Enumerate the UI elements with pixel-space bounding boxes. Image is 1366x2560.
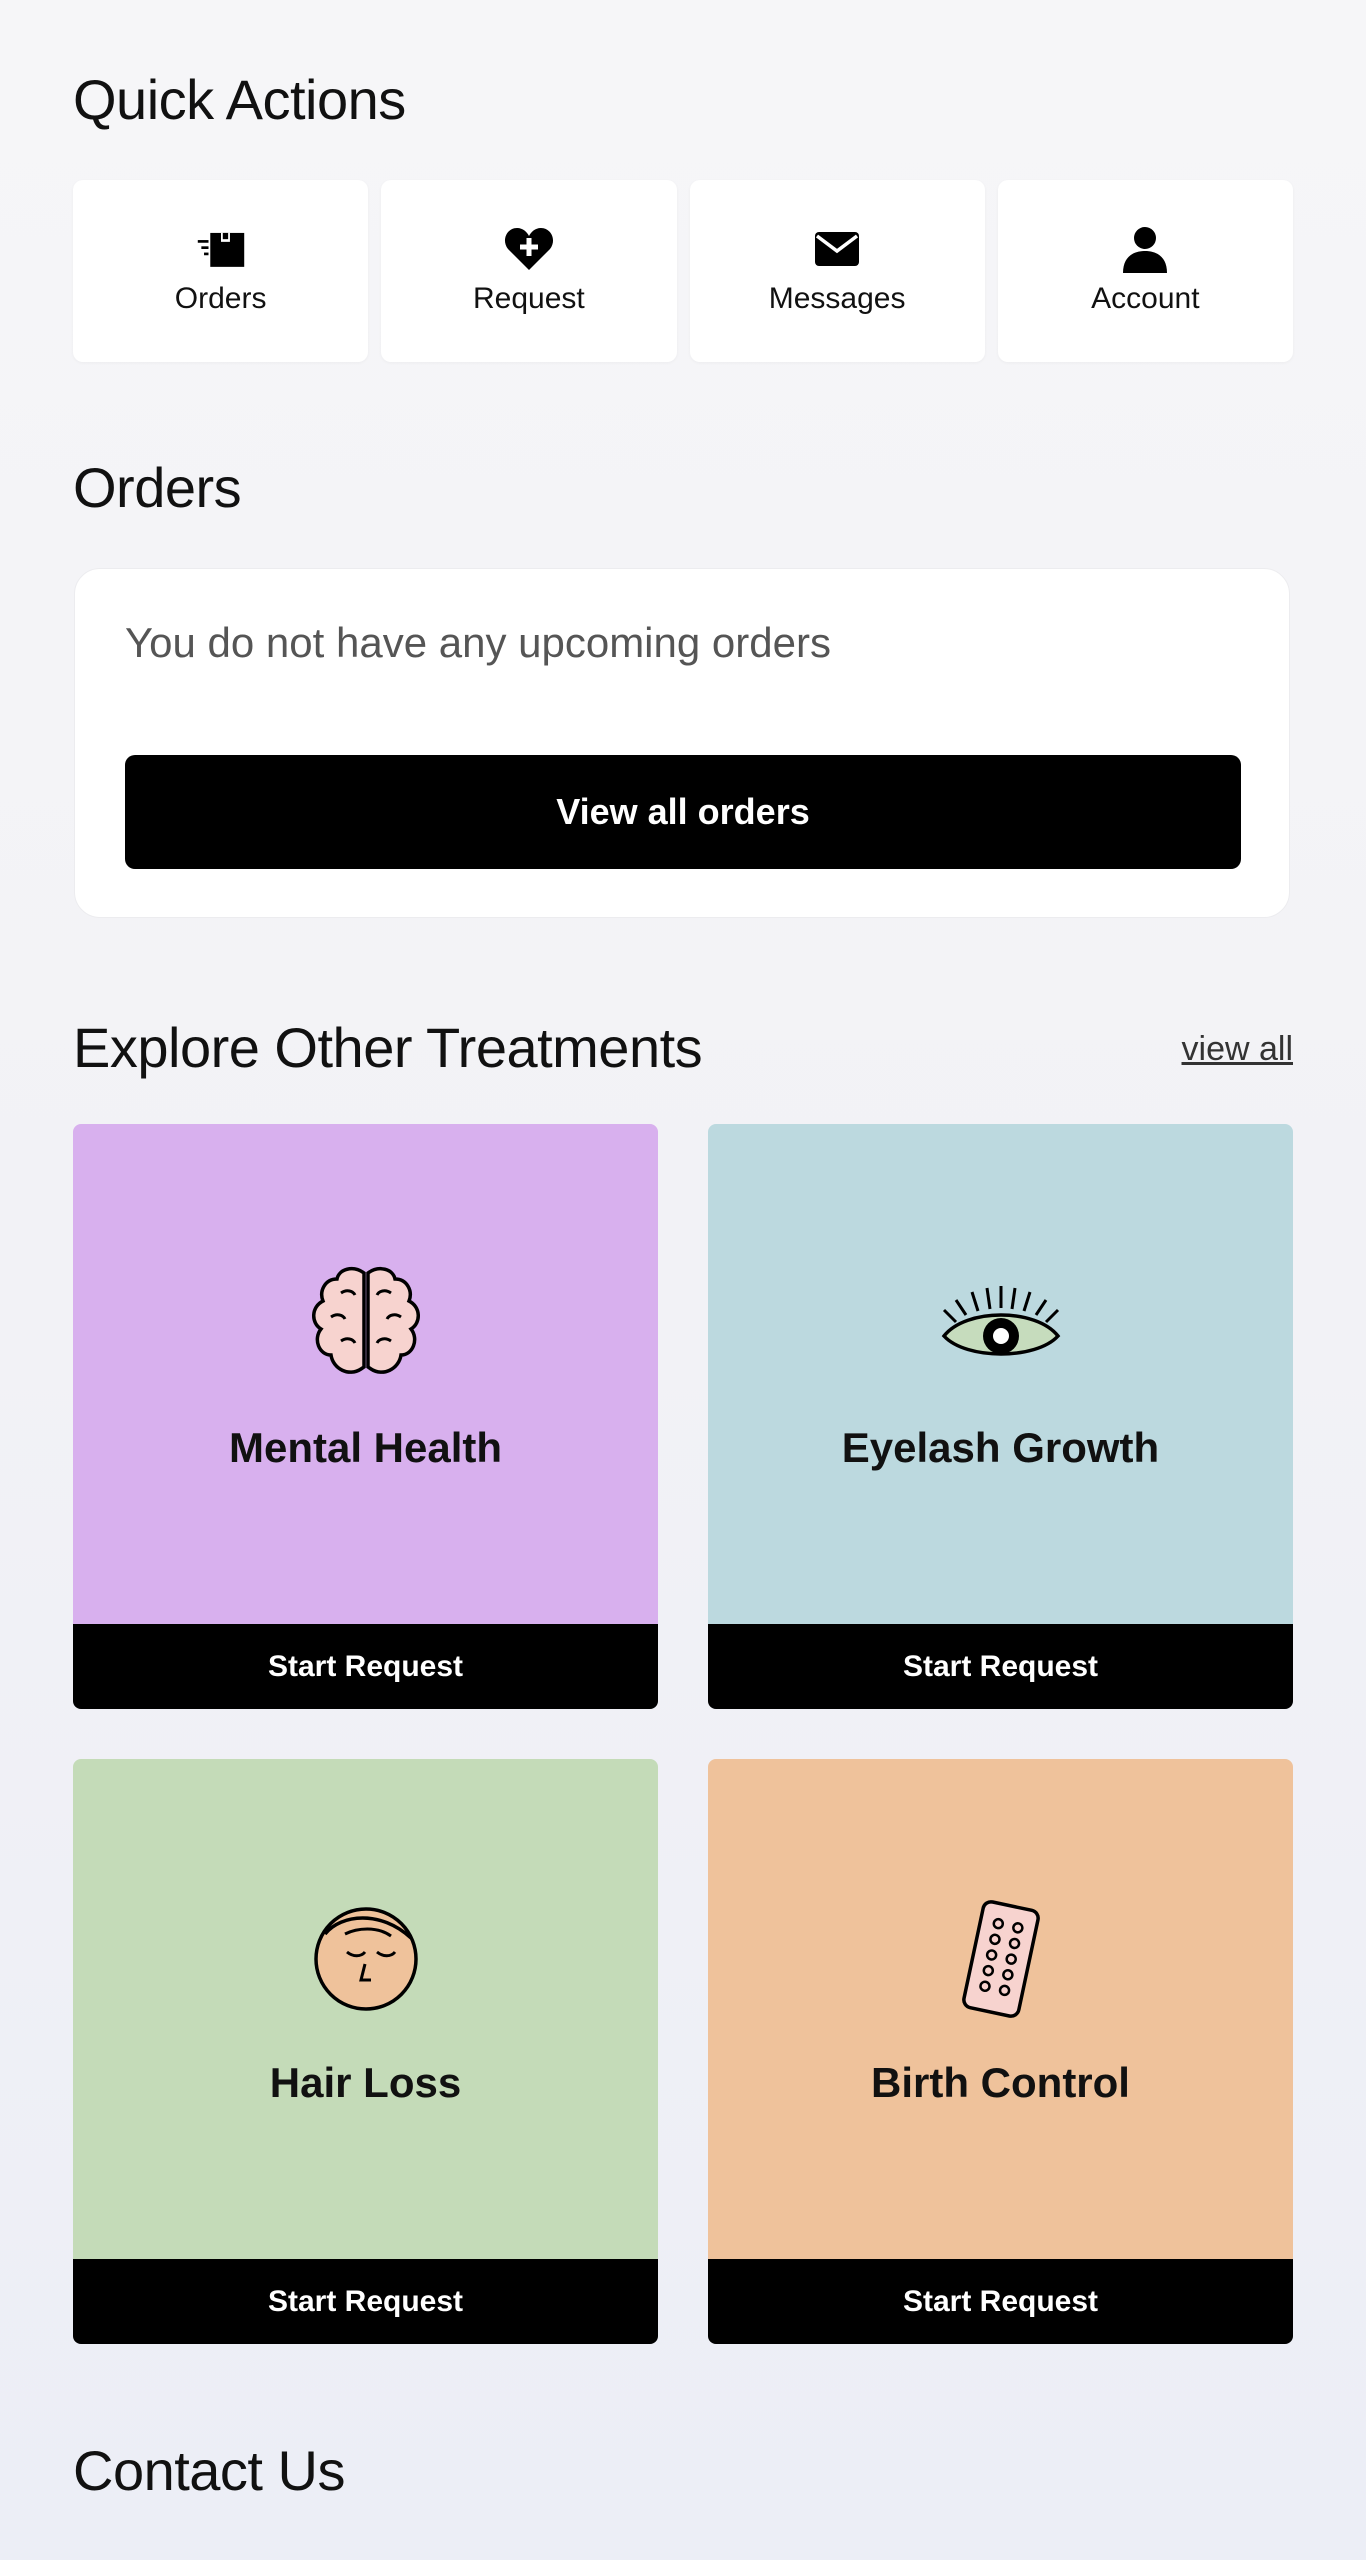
start-request-button[interactable]: Start Request (73, 2259, 658, 2344)
orders-empty-message: You do not have any upcoming orders (125, 619, 831, 666)
treatment-card-birth-control[interactable]: Birth Control Start Request (708, 1759, 1293, 2344)
view-all-treatments-link[interactable]: view all (1182, 1030, 1293, 1069)
orders-title: Orders (73, 456, 242, 519)
start-request-button[interactable]: Start Request (708, 2259, 1293, 2344)
treatment-card-body: Mental Health (73, 1124, 658, 1624)
quick-action-label: Request (473, 282, 585, 315)
quick-actions-title: Quick Actions (73, 68, 406, 131)
treatment-card-body: Eyelash Growth (708, 1124, 1293, 1624)
treatment-name: Eyelash Growth (841, 1424, 1160, 1471)
envelope-icon (812, 226, 862, 272)
quick-actions-row: Orders Request Messages Account (73, 180, 1293, 362)
orders-card: You do not have any upcoming orders View… (74, 568, 1290, 918)
eye-icon (931, 1254, 1071, 1394)
quick-action-label: Account (1091, 282, 1200, 315)
treatments-title: Explore Other Treatments (73, 1016, 703, 1079)
quick-action-account[interactable]: Account (997, 180, 1293, 362)
quick-action-request[interactable]: Request (381, 180, 677, 362)
treatment-name: Hair Loss (269, 2059, 462, 2106)
quick-action-orders[interactable]: Orders (73, 180, 369, 362)
orders-box-icon (196, 226, 246, 272)
face-icon (296, 1889, 436, 2029)
quick-action-label: Messages (768, 282, 906, 315)
treatment-name: Birth Control (871, 2059, 1130, 2106)
treatment-card-eyelash-growth[interactable]: Eyelash Growth Start Request (708, 1124, 1293, 1709)
treatment-card-body: Hair Loss (73, 1759, 658, 2259)
treatment-card-hair-loss[interactable]: Hair Loss Start Request (73, 1759, 658, 2344)
view-all-orders-button[interactable]: View all orders (125, 755, 1241, 869)
treatment-card-body: Birth Control (708, 1759, 1293, 2259)
start-request-button[interactable]: Start Request (708, 1624, 1293, 1709)
quick-action-messages[interactable]: Messages (689, 180, 985, 362)
contact-title: Contact Us (73, 2439, 346, 2502)
quick-action-label: Orders (174, 282, 267, 315)
brain-icon (296, 1254, 436, 1394)
user-icon (1120, 226, 1170, 273)
pill-pack-icon (931, 1889, 1071, 2029)
start-request-button[interactable]: Start Request (73, 1624, 658, 1709)
treatment-card-mental-health[interactable]: Mental Health Start Request (73, 1124, 658, 1709)
heart-plus-icon (504, 226, 554, 272)
treatment-name: Mental Health (228, 1424, 503, 1471)
